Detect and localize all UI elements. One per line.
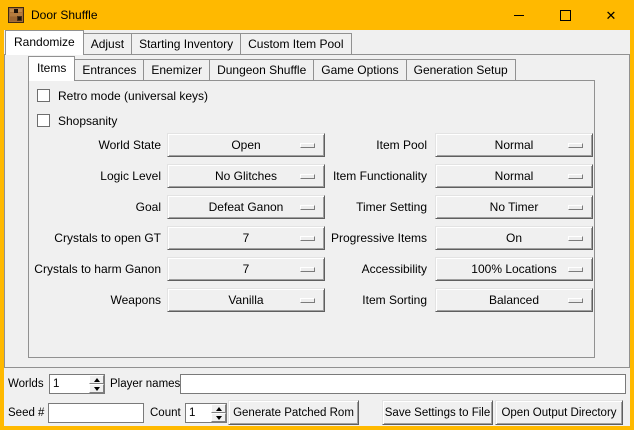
tab-randomize[interactable]: Randomize [5,30,84,55]
item-sorting-dropdown[interactable]: Balanced [435,288,593,312]
dropdown-indicator-icon [568,236,583,241]
world-state-label: World State [31,133,161,157]
shopsanity-row: Shopsanity [37,113,117,128]
item-functionality-value: Normal [495,169,534,183]
count-spinbox [185,403,227,423]
window-title: Door Shuffle [31,8,98,22]
tab-items[interactable]: Items [28,56,75,81]
item-sorting-label: Item Sorting [297,288,427,312]
timer-setting-value: No Timer [490,200,539,214]
worlds-spin-up-button[interactable] [89,375,104,384]
player-names-label: Player names [110,374,180,394]
shopsanity-label: Shopsanity [58,114,117,128]
progressive-items-label: Progressive Items [297,226,427,250]
count-spin-buttons [211,404,226,422]
tab-generation-setup[interactable]: Generation Setup [406,59,516,80]
spin-up-icon [216,407,222,411]
spin-up-icon [94,378,100,382]
weapons-label: Weapons [31,288,161,312]
item-pool-dropdown[interactable]: Normal [435,133,593,157]
count-spin-down-button[interactable] [211,413,226,422]
client-area: Randomize Adjust Starting Inventory Cust… [4,30,630,426]
crystals-gt-label: Crystals to open GT [31,226,161,250]
tab-game-options[interactable]: Game Options [313,59,406,80]
tab-entrances[interactable]: Entrances [74,59,144,80]
tab-custom-item-pool[interactable]: Custom Item Pool [240,33,351,54]
minimize-button[interactable] [496,0,542,30]
worlds-label: Worlds [8,374,44,394]
item-pool-label: Item Pool [297,133,427,157]
maximize-icon [560,10,571,21]
titlebar: Door Shuffle ✕ [0,0,634,30]
crystals-ganon-label: Crystals to harm Ganon [31,257,161,281]
spin-down-icon [216,416,222,420]
sub-tabbar: Items Entrances Enemizer Dungeon Shuffle… [28,56,516,81]
accessibility-value: 100% Locations [471,262,556,276]
tab-starting-inventory[interactable]: Starting Inventory [131,33,241,54]
spin-down-icon [94,387,100,391]
count-label: Count [150,403,181,423]
item-functionality-label: Item Functionality [297,164,427,188]
dropdown-indicator-icon [568,267,583,272]
save-settings-button[interactable]: Save Settings to File [382,400,493,425]
crystals-ganon-value: 7 [243,262,250,276]
worlds-spin-down-button[interactable] [89,384,104,393]
generate-patched-rom-button[interactable]: Generate Patched Rom [228,400,359,425]
item-pool-value: Normal [495,138,534,152]
app-window: Door Shuffle ✕ Randomize Adjust Starting… [0,0,634,430]
open-output-directory-button[interactable]: Open Output Directory [495,400,623,425]
items-panel: Retro mode (universal keys) Shopsanity W… [28,80,595,358]
worlds-spin-buttons [89,375,104,393]
item-functionality-dropdown[interactable]: Normal [435,164,593,188]
close-button[interactable]: ✕ [588,0,634,30]
goal-label: Goal [31,195,161,219]
caption-buttons: ✕ [496,0,634,30]
minimize-icon [514,15,524,16]
maximize-button[interactable] [542,0,588,30]
dropdown-indicator-icon [568,298,583,303]
tab-enemizer[interactable]: Enemizer [143,59,210,80]
player-names-input[interactable] [180,374,626,394]
dropdown-indicator-icon [568,143,583,148]
retro-mode-label: Retro mode (universal keys) [58,89,208,103]
logic-level-value: No Glitches [215,169,277,183]
timer-setting-label: Timer Setting [297,195,427,219]
weapons-value: Vanilla [228,293,263,307]
accessibility-dropdown[interactable]: 100% Locations [435,257,593,281]
item-sorting-value: Balanced [489,293,539,307]
door-icon [8,7,24,23]
retro-mode-checkbox[interactable] [37,89,50,102]
dropdown-indicator-icon [568,174,583,179]
tab-dungeon-shuffle[interactable]: Dungeon Shuffle [209,59,314,80]
goal-value: Defeat Ganon [209,200,284,214]
world-state-value: Open [231,138,260,152]
crystals-gt-value: 7 [243,231,250,245]
close-icon: ✕ [606,9,617,22]
worlds-spinbox [49,374,105,394]
accessibility-label: Accessibility [297,257,427,281]
seed-input[interactable] [48,403,144,423]
tab-adjust[interactable]: Adjust [83,33,132,54]
retro-mode-row: Retro mode (universal keys) [37,88,208,103]
count-input[interactable] [186,404,211,422]
shopsanity-checkbox[interactable] [37,114,50,127]
progressive-items-value: On [506,231,522,245]
timer-setting-dropdown[interactable]: No Timer [435,195,593,219]
seed-label: Seed # [8,403,44,423]
main-tabbar: Randomize Adjust Starting Inventory Cust… [5,30,352,55]
logic-level-label: Logic Level [31,164,161,188]
dropdown-indicator-icon [568,205,583,210]
count-spin-up-button[interactable] [211,404,226,413]
progressive-items-dropdown[interactable]: On [435,226,593,250]
worlds-input[interactable] [50,375,89,393]
